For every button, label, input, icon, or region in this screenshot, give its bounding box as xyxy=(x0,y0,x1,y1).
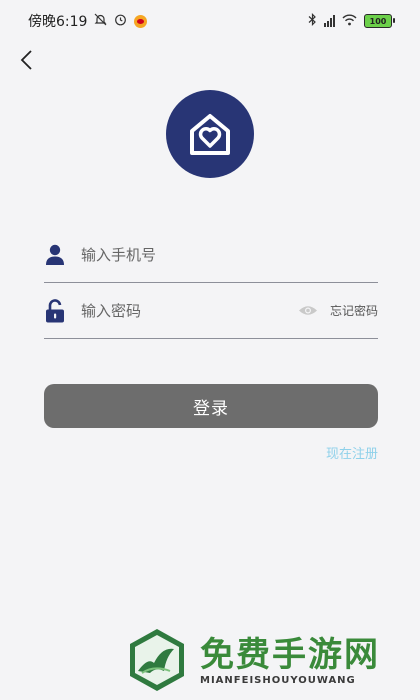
back-button[interactable] xyxy=(14,48,38,72)
house-heart-icon xyxy=(190,114,230,155)
wifi-icon xyxy=(342,14,357,29)
password-field: 忘记密码 xyxy=(44,283,378,339)
unlock-icon xyxy=(44,298,66,323)
status-left: 傍晚6:19 xyxy=(28,11,148,31)
phone-input[interactable] xyxy=(81,239,378,270)
bluetooth-icon xyxy=(308,13,317,29)
watermark-title: 免费手游网 xyxy=(200,634,380,675)
weibo-icon xyxy=(134,14,148,28)
watermark-logo-icon xyxy=(130,629,184,691)
status-right: 100 xyxy=(308,13,395,29)
chevron-left-icon xyxy=(20,50,32,70)
login-button[interactable]: 登录 xyxy=(44,384,378,428)
battery-level: 100 xyxy=(369,16,387,26)
battery-icon: 100 xyxy=(364,14,395,28)
status-time: 傍晚6:19 xyxy=(28,14,88,30)
status-bar: 傍晚6:19 100 xyxy=(0,0,420,42)
app-logo xyxy=(166,90,254,178)
eye-icon[interactable] xyxy=(298,304,318,318)
register-link[interactable]: 现在注册 xyxy=(326,443,378,462)
notifications-off-icon xyxy=(94,13,107,29)
watermark-subtitle: MIANFEISHOUYOUWANG xyxy=(200,674,356,686)
user-icon xyxy=(44,243,66,267)
phone-field xyxy=(44,227,378,283)
alarm-icon xyxy=(114,13,127,29)
signal-icon xyxy=(324,15,335,27)
forgot-password-link[interactable]: 忘记密码 xyxy=(330,302,378,319)
watermark: 免费手游网 MIANFEISHOUYOUWANG xyxy=(124,625,380,695)
password-input[interactable] xyxy=(81,295,298,326)
watermark-text: 免费手游网 MIANFEISHOUYOUWANG xyxy=(200,635,380,686)
